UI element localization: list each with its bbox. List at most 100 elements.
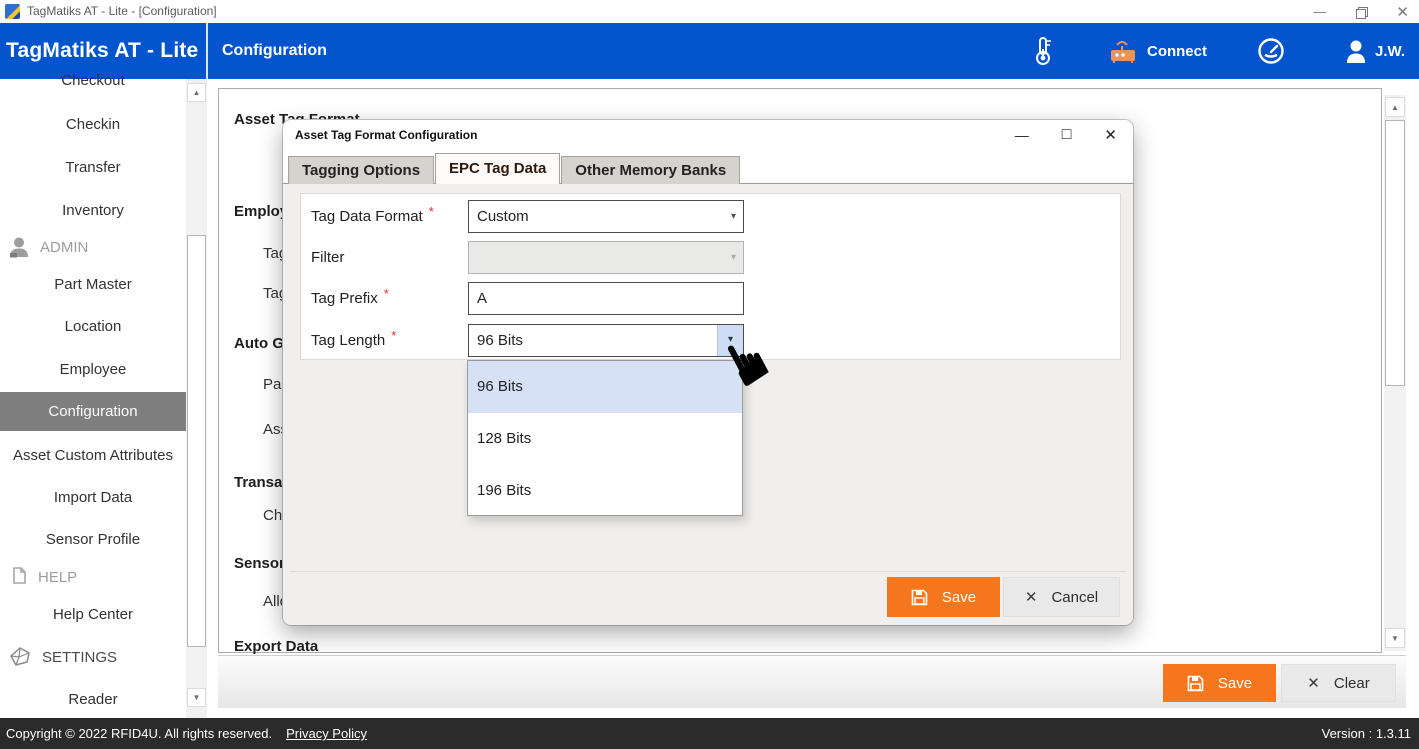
- main-scrollbar[interactable]: ▲ ▼: [1384, 95, 1406, 651]
- tag-data-format-select[interactable]: Custom ▾: [468, 200, 744, 233]
- sidebar-item-asset-custom-attributes[interactable]: Asset Custom Attributes: [0, 441, 186, 471]
- reader-connect-icon: [1109, 38, 1139, 64]
- tag-length-dropdown-button[interactable]: ▾: [717, 325, 743, 356]
- tag-length-value: 96 Bits: [477, 332, 523, 349]
- sidebar-item-checkin[interactable]: Checkin: [0, 110, 186, 140]
- tag-length-dropdown-list: 96 Bits 128 Bits 196 Bits: [467, 360, 743, 516]
- user-icon: [1345, 39, 1367, 63]
- thermometer-icon: [1032, 36, 1054, 66]
- sidebar-section-admin-label: ADMIN: [40, 239, 88, 256]
- connect-button[interactable]: Connect: [1109, 38, 1207, 64]
- dashboard-button[interactable]: [1257, 37, 1285, 65]
- dialog-maximize-button[interactable]: □: [1062, 126, 1072, 144]
- dialog-footer-divider: [290, 571, 1126, 572]
- sidebar-section-admin: ADMIN: [8, 233, 88, 261]
- tag-prefix-label: Tag Prefix*: [311, 282, 389, 315]
- section-export-data: Export Data: [234, 638, 318, 655]
- main-scroll-up-icon[interactable]: ▲: [1385, 97, 1405, 117]
- tab-tagging-options[interactable]: Tagging Options: [288, 156, 434, 184]
- asset-tag-format-dialog: Asset Tag Format Configuration — □ ✕ Tag…: [283, 120, 1133, 625]
- app-icon: [5, 4, 20, 19]
- dropdown-option-128-bits[interactable]: 128 Bits: [468, 413, 742, 465]
- sidebar-section-help: HELP: [8, 563, 77, 591]
- footer-bar: Copyright © 2022 RFID4U. All rights rese…: [0, 718, 1419, 749]
- dialog-save-label: Save: [942, 589, 976, 606]
- sidebar-item-reader[interactable]: Reader: [0, 685, 186, 715]
- cancel-x-icon: ✕: [1025, 588, 1038, 606]
- section-employee: Employ: [234, 203, 288, 220]
- main-scroll-down-icon[interactable]: ▼: [1385, 628, 1405, 648]
- sidebar-scroll-up-icon[interactable]: ▲: [187, 83, 206, 102]
- sidebar-item-import-data[interactable]: Import Data: [0, 483, 186, 513]
- page-title: Configuration: [222, 23, 327, 79]
- dialog-content: Tag Data Format* Custom ▾ Filter ▾ Tag P…: [283, 183, 1133, 625]
- dialog-close-button[interactable]: ✕: [1104, 126, 1117, 144]
- gauge-icon: [1257, 37, 1285, 65]
- dialog-titlebar: Asset Tag Format Configuration — □ ✕: [283, 120, 1133, 150]
- sidebar-item-part-master[interactable]: Part Master: [0, 270, 186, 300]
- connect-label: Connect: [1147, 43, 1207, 60]
- window-title: TagMatiks AT - Lite - [Configuration]: [27, 0, 217, 23]
- dialog-tabs: Tagging Options EPC Tag Data Other Memor…: [288, 153, 741, 184]
- filter-label: Filter: [311, 241, 344, 274]
- tag-prefix-input[interactable]: [477, 284, 730, 313]
- dialog-cancel-label: Cancel: [1051, 589, 1098, 606]
- temperature-button[interactable]: [1032, 36, 1054, 66]
- section-transaction: Transa: [234, 474, 282, 491]
- tab-other-memory-banks[interactable]: Other Memory Banks: [561, 156, 740, 184]
- tag-prefix-field-wrap: [468, 282, 744, 315]
- sidebar-section-settings: SETTINGS: [8, 643, 117, 671]
- sidebar-scroll-down-icon[interactable]: ▼: [187, 688, 206, 707]
- settings-cube-icon: [8, 645, 32, 669]
- chevron-down-icon: ▾: [731, 242, 736, 273]
- dropdown-option-196-bits[interactable]: 196 Bits: [468, 465, 742, 517]
- page-clear-label: Clear: [1334, 675, 1370, 692]
- dialog-save-button[interactable]: Save: [887, 577, 1000, 617]
- sidebar-item-help-center[interactable]: Help Center: [0, 600, 186, 630]
- filter-select: ▾: [468, 241, 744, 274]
- sidebar-scrollbar[interactable]: ▲ ▼: [186, 79, 207, 718]
- tag-length-select[interactable]: 96 Bits ▾: [468, 324, 744, 357]
- sidebar-item-checkout[interactable]: Checkout: [0, 66, 186, 96]
- tag-data-format-label: Tag Data Format*: [311, 200, 434, 233]
- required-marker: *: [391, 328, 396, 343]
- required-marker: *: [384, 286, 389, 301]
- version-text: Version : 1.3.11: [1322, 718, 1411, 749]
- os-titlebar: TagMatiks AT - Lite - [Configuration] — …: [0, 0, 1419, 23]
- user-menu-button[interactable]: J.W.: [1345, 39, 1405, 63]
- section-sensor: Sensor: [234, 555, 285, 572]
- tab-epc-tag-data[interactable]: EPC Tag Data: [435, 153, 560, 184]
- epc-fields-panel: Tag Data Format* Custom ▾ Filter ▾ Tag P…: [300, 193, 1121, 360]
- required-marker: *: [429, 204, 434, 219]
- copyright-text: Copyright © 2022 RFID4U. All rights rese…: [6, 718, 272, 749]
- tag-length-label: Tag Length*: [311, 324, 396, 357]
- tag-data-format-value: Custom: [477, 208, 529, 225]
- window-restore-button[interactable]: [1356, 7, 1366, 17]
- page-action-bar: Save ✕ Clear: [218, 655, 1406, 708]
- dialog-cancel-button[interactable]: ✕ Cancel: [1003, 577, 1120, 617]
- save-floppy-icon: [1187, 675, 1204, 692]
- sidebar-item-inventory[interactable]: Inventory: [0, 196, 186, 226]
- main-scroll-thumb[interactable]: [1385, 120, 1405, 386]
- dialog-title: Asset Tag Format Configuration: [295, 120, 477, 150]
- help-pages-icon: [8, 566, 28, 588]
- sidebar-scroll-thumb[interactable]: [187, 235, 206, 647]
- window-close-button[interactable]: ✕: [1396, 3, 1409, 21]
- chevron-down-icon: ▾: [728, 334, 733, 345]
- sidebar-item-configuration[interactable]: Configuration: [0, 392, 186, 431]
- window-minimize-button[interactable]: —: [1313, 4, 1326, 19]
- sidebar-item-transfer[interactable]: Transfer: [0, 153, 186, 183]
- privacy-policy-link[interactable]: Privacy Policy: [286, 718, 367, 749]
- user-initials: J.W.: [1375, 43, 1405, 60]
- page-save-button[interactable]: Save: [1163, 664, 1276, 702]
- chevron-down-icon: ▾: [731, 201, 736, 232]
- app-header: TagMatiks AT - Lite Configuration: [0, 23, 1419, 79]
- sidebar-item-employee[interactable]: Employee: [0, 355, 186, 385]
- sidebar-item-location[interactable]: Location: [0, 312, 186, 342]
- dropdown-option-96-bits[interactable]: 96 Bits: [468, 361, 742, 413]
- clear-x-icon: ✕: [1307, 674, 1320, 692]
- sidebar-item-sensor-profile[interactable]: Sensor Profile: [0, 525, 186, 555]
- page-clear-button[interactable]: ✕ Clear: [1281, 664, 1396, 702]
- admin-person-icon: [8, 236, 30, 258]
- dialog-minimize-button[interactable]: —: [1015, 127, 1029, 143]
